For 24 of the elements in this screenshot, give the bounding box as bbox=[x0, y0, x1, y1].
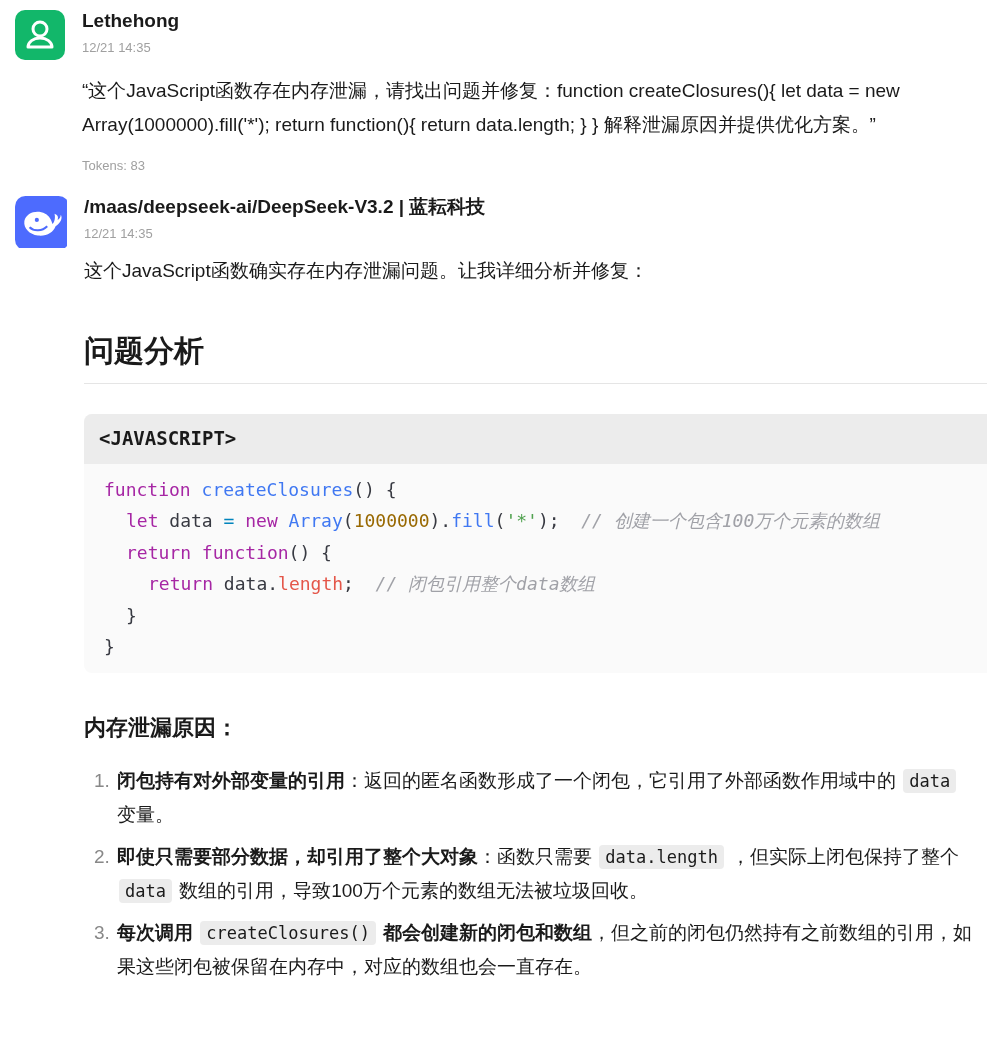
list-number: 1. bbox=[93, 768, 111, 793]
code-line: } bbox=[126, 603, 138, 628]
list-item-text: 每次调用 createClosures() 都会创建新的闭包和数组，但之前的闭包仍然持有之前数组的引用，如果这些闭包被保留在内存中，对应的数组也会一直存在。 bbox=[117, 919, 974, 979]
message-text: 这个JavaScript函数确实存在内存泄漏问题。让我详细分析并修复： bbox=[84, 258, 649, 283]
user-avatar-icon bbox=[15, 10, 65, 60]
token-count: Tokens: 83 bbox=[82, 157, 146, 175]
message-time: 12/21 14:35 bbox=[82, 39, 152, 57]
message-time: 12/21 14:35 bbox=[84, 224, 154, 243]
list-number: 3. bbox=[93, 920, 111, 945]
code-language: <JAVASCRIPT> bbox=[84, 413, 987, 464]
list-item-text: 即使只需要部分数据，却引用了整个大对象：函数只需要 data.length ，但实际上闭包保持了整个 data 数组的引用，导致100万个元素的数组无法被垃圾回收。 bbox=[117, 843, 961, 905]
message-text: “这个JavaScript函数存在内存泄漏，请找出问题并修复：function createClosures(){ let data = new Array(1000000).fill('*'); return function(){ return data.length; } } 解释泄漏原因并提供优化方案。” bbox=[82, 79, 901, 137]
code-line: function createClosures() { bbox=[104, 477, 398, 502]
list-number: 2. bbox=[93, 844, 111, 869]
author-name: Lethehong bbox=[82, 9, 181, 33]
author-name: /maas/deepseek-ai/DeepSeek-V3.2 | 蓝耘科技 bbox=[84, 194, 487, 219]
code-line: return data.length; // 闭包引用整个data数组 bbox=[148, 572, 597, 596]
code-line: let data = new Array(1000000).fill('*'); // 创建一个包含100万个元素的数组 bbox=[126, 509, 882, 533]
subheading: 内存泄漏原因： bbox=[84, 713, 239, 742]
list-item-text: 闭包持有对外部变量的引用：返回的匿名函数形成了一个闭包，它引用了外部函数作用域中的 data 变量。 bbox=[117, 763, 979, 832]
section-heading: 问题分析 bbox=[84, 327, 987, 384]
whale-avatar-icon bbox=[15, 195, 67, 248]
code-line: return function() { bbox=[126, 540, 333, 565]
code-line: } bbox=[104, 635, 116, 659]
